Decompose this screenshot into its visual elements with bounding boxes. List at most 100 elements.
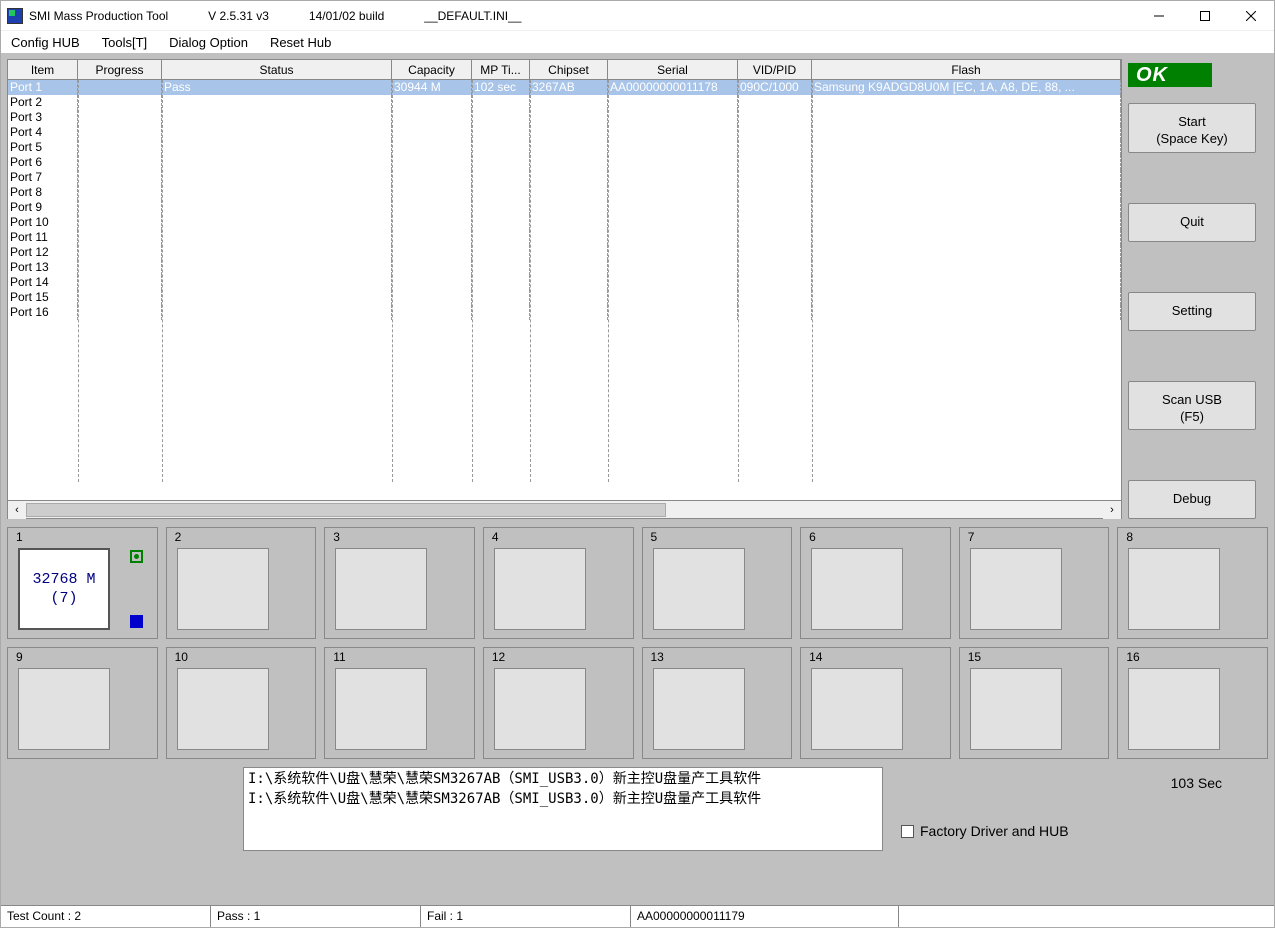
cell-item: Port 1	[8, 80, 78, 95]
start-button[interactable]: Start (Space Key)	[1128, 103, 1256, 153]
factory-driver-checkbox[interactable]: Factory Driver and HUB	[901, 823, 1069, 839]
slot-frame: 6	[800, 527, 951, 639]
menu-config-hub[interactable]: Config HUB	[7, 33, 84, 52]
table-row[interactable]: Port 8	[8, 185, 1121, 200]
col-serial[interactable]: Serial	[608, 60, 738, 79]
slot-button[interactable]	[970, 668, 1062, 750]
table-row[interactable]: Port 6	[8, 155, 1121, 170]
slot-number: 5	[651, 530, 658, 544]
slot-button[interactable]	[177, 548, 269, 630]
col-progress[interactable]: Progress	[78, 60, 162, 79]
scroll-left-icon[interactable]: ‹	[8, 501, 26, 519]
factory-driver-label: Factory Driver and HUB	[920, 823, 1069, 839]
table-row[interactable]: Port 4	[8, 125, 1121, 140]
table-row[interactable]: Port 13	[8, 260, 1121, 275]
col-capacity[interactable]: Capacity	[392, 60, 472, 79]
scan-usb-button[interactable]: Scan USB (F5)	[1128, 381, 1256, 431]
cell-item: Port 12	[8, 245, 78, 260]
scan-label-1: Scan USB	[1133, 392, 1251, 409]
table-row[interactable]: Port 12	[8, 245, 1121, 260]
grid-body: Port 1 Pass 30944 M 102 sec 3267AB AA000…	[8, 80, 1121, 500]
close-icon	[1246, 11, 1256, 21]
slot-number: 4	[492, 530, 499, 544]
app-window: SMI Mass Production Tool V 2.5.31 v3 14/…	[0, 0, 1275, 928]
slot-button[interactable]	[335, 668, 427, 750]
log-box[interactable]: I:\系统软件\U盘\慧荣\慧荣SM3267AB（SMI_USB3.0）新主控U…	[243, 767, 883, 851]
slot-button[interactable]	[177, 668, 269, 750]
start-label-1: Start	[1133, 114, 1251, 131]
col-vidpid[interactable]: VID/PID	[738, 60, 812, 79]
table-row[interactable]: Port 7	[8, 170, 1121, 185]
slot-frame: 132768 M(7)	[7, 527, 158, 639]
cell-item: Port 8	[8, 185, 78, 200]
grid-scrollbar[interactable]: ‹ ›	[8, 500, 1121, 518]
table-row[interactable]: Port 1 Pass 30944 M 102 sec 3267AB AA000…	[8, 80, 1121, 95]
slot-number: 6	[809, 530, 816, 544]
cell-progress	[78, 95, 162, 110]
slot-button[interactable]	[18, 668, 110, 750]
slot-button[interactable]	[653, 668, 745, 750]
col-chipset[interactable]: Chipset	[530, 60, 608, 79]
table-row[interactable]: Port 10	[8, 215, 1121, 230]
cell-mptime: 102 sec	[472, 80, 530, 95]
cell-item: Port 2	[8, 95, 78, 110]
col-mptime[interactable]: MP Ti...	[472, 60, 530, 79]
slot-frame: 12	[483, 647, 634, 759]
slot-button[interactable]	[653, 548, 745, 630]
slot-number: 13	[651, 650, 664, 664]
slot-number: 8	[1126, 530, 1133, 544]
cell-item: Port 7	[8, 170, 78, 185]
col-flash[interactable]: Flash	[812, 60, 1121, 79]
slot-grid: 132768 M(7)2345678910111213141516	[7, 527, 1268, 759]
slot-number: 15	[968, 650, 981, 664]
col-status[interactable]: Status	[162, 60, 392, 79]
slot-button[interactable]	[1128, 668, 1220, 750]
slot-button[interactable]	[811, 548, 903, 630]
col-item[interactable]: Item	[8, 60, 78, 79]
slot-button[interactable]: 32768 M(7)	[18, 548, 110, 630]
slot-frame: 3	[324, 527, 475, 639]
debug-button[interactable]: Debug	[1128, 480, 1256, 519]
table-row[interactable]: Port 2	[8, 95, 1121, 110]
table-row[interactable]: Port 11	[8, 230, 1121, 245]
table-row[interactable]: Port 3	[8, 110, 1121, 125]
client-area: Item Progress Status Capacity MP Ti... C…	[1, 53, 1274, 905]
table-row[interactable]: Port 14	[8, 275, 1121, 290]
slot-number: 3	[333, 530, 340, 544]
menubar: Config HUB Tools[T] Dialog Option Reset …	[1, 31, 1274, 53]
setting-button[interactable]: Setting	[1128, 292, 1256, 331]
menu-dialog-option[interactable]: Dialog Option	[165, 33, 252, 52]
slot-button[interactable]	[494, 668, 586, 750]
scroll-thumb[interactable]	[26, 503, 666, 517]
slot-number: 11	[333, 650, 345, 664]
cell-progress	[78, 245, 162, 260]
table-row[interactable]: Port 16	[8, 305, 1121, 320]
slot-button[interactable]	[1128, 548, 1220, 630]
menu-tools[interactable]: Tools[T]	[98, 33, 152, 52]
table-row[interactable]: Port 5	[8, 140, 1121, 155]
minimize-button[interactable]	[1136, 1, 1182, 31]
slot-number: 7	[968, 530, 975, 544]
close-button[interactable]	[1228, 1, 1274, 31]
slot-button[interactable]	[811, 668, 903, 750]
slot-button[interactable]	[494, 548, 586, 630]
cell-item: Port 6	[8, 155, 78, 170]
table-row[interactable]: Port 9	[8, 200, 1121, 215]
slot-button[interactable]	[335, 548, 427, 630]
checkbox-icon[interactable]	[901, 825, 914, 838]
app-version: V 2.5.31 v3	[208, 9, 269, 23]
app-title: SMI Mass Production Tool	[29, 9, 168, 23]
start-label-2: (Space Key)	[1133, 131, 1251, 148]
slot-number: 16	[1126, 650, 1139, 664]
slot-button[interactable]	[970, 548, 1062, 630]
table-row[interactable]: Port 15	[8, 290, 1121, 305]
maximize-button[interactable]	[1182, 1, 1228, 31]
menu-reset-hub[interactable]: Reset Hub	[266, 33, 335, 52]
side-panel: OK Start (Space Key) Quit Setting Scan U…	[1128, 59, 1268, 519]
quit-button[interactable]: Quit	[1128, 203, 1256, 242]
scroll-right-icon[interactable]: ›	[1103, 501, 1121, 519]
slot-frame: 15	[959, 647, 1110, 759]
status-indicator-green-icon	[130, 550, 143, 563]
cell-progress	[78, 260, 162, 275]
status-test-count: Test Count : 2	[1, 906, 211, 927]
